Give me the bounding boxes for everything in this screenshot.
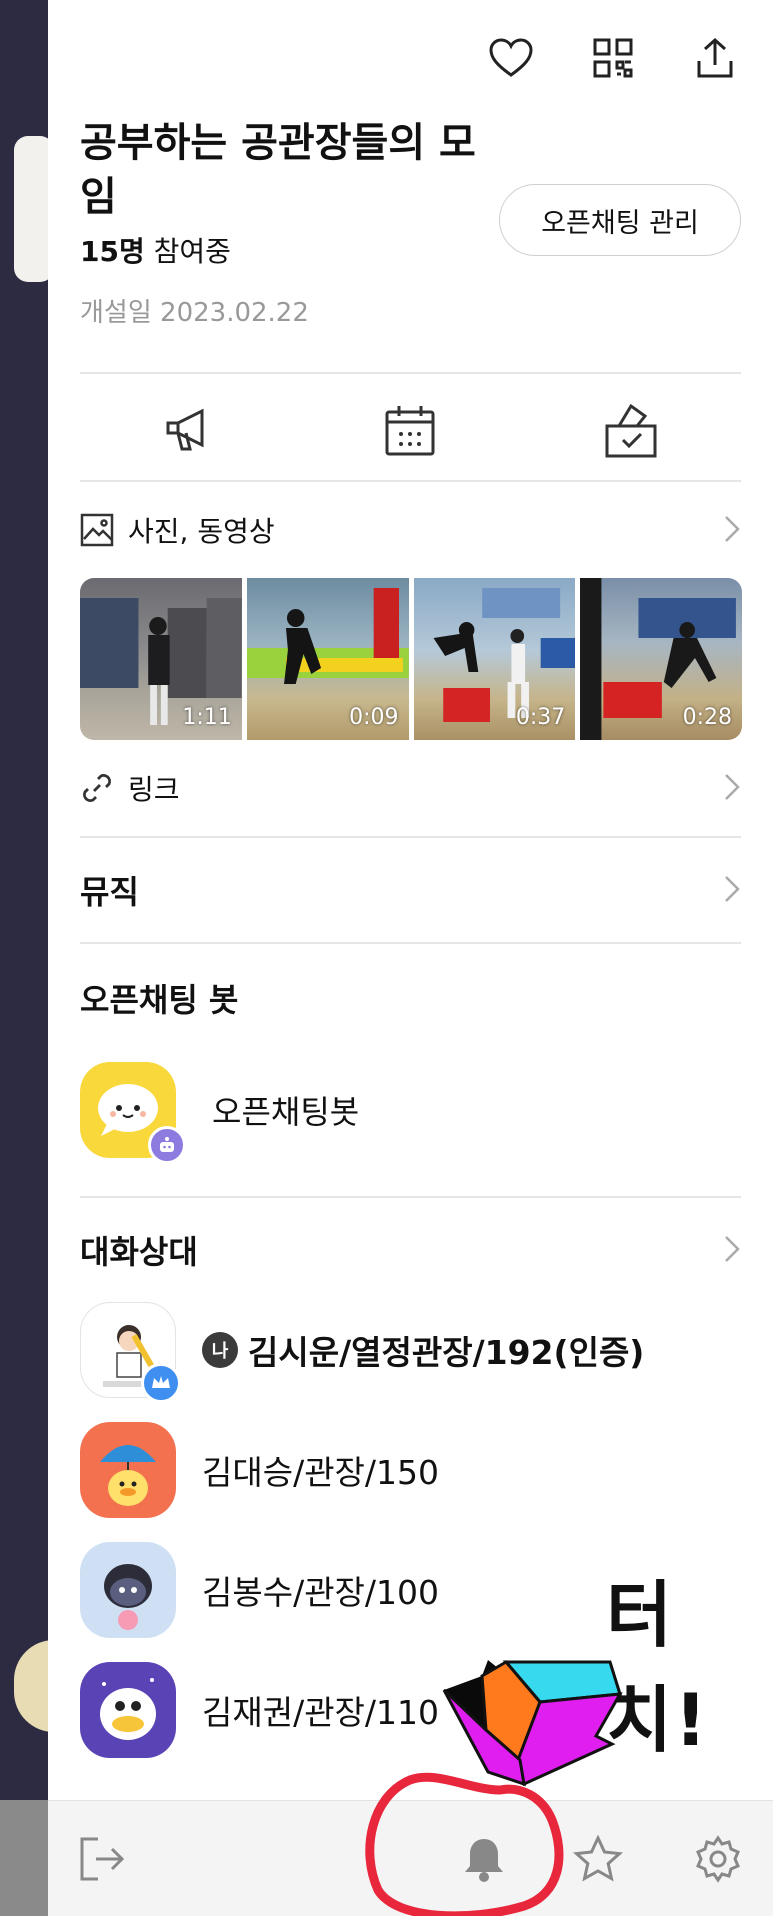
room-title: 공부하는 공관장들의 모임 — [80, 120, 476, 220]
member-avatar — [80, 1422, 176, 1518]
divider — [80, 1196, 741, 1198]
drawer-top-actions — [487, 34, 739, 82]
opened-date: 개설일 2023.02.22 — [80, 298, 309, 328]
chevron-right-icon — [725, 516, 740, 542]
exit-icon[interactable] — [76, 1833, 128, 1885]
bot-avatar — [80, 1062, 186, 1164]
avatar-illustration — [100, 1678, 156, 1740]
media-section-header[interactable]: 사진, 동영상 — [80, 500, 741, 560]
video-thumbnail[interactable]: 1:11 — [80, 578, 242, 740]
bell-icon[interactable] — [458, 1833, 510, 1885]
member-avatar — [80, 1662, 176, 1758]
media-thumbnails: 1:11 0:09 0:37 0:28 — [80, 578, 742, 740]
star-icon[interactable] — [572, 1833, 624, 1885]
member-count-suffix: 참여중 — [144, 235, 231, 268]
video-duration: 0:09 — [349, 705, 399, 730]
bot-section-title: 오픈채팅 봇 — [80, 981, 239, 1019]
share-icon[interactable] — [691, 34, 739, 82]
video-thumbnail[interactable]: 0:28 — [580, 578, 742, 740]
members-section-header[interactable]: 대화상대 — [80, 1220, 741, 1280]
avatar-illustration — [100, 1445, 156, 1506]
crown-icon — [152, 1376, 170, 1388]
vote-box-icon[interactable] — [601, 400, 661, 460]
member-avatar — [80, 1542, 176, 1638]
member-avatar — [80, 1302, 181, 1403]
bot-badge — [148, 1126, 186, 1164]
video-duration: 0:37 — [515, 705, 566, 730]
bot-item[interactable]: 오픈채팅봇 — [80, 1060, 360, 1164]
member-row[interactable]: 김대승/관장/150 — [80, 1420, 439, 1520]
background-chat — [0, 0, 48, 1916]
qr-code-icon[interactable] — [589, 34, 637, 82]
divider — [80, 480, 741, 482]
member-name: 김대승/관장/150 — [202, 1453, 440, 1492]
drawer-bottom-bar — [48, 1800, 773, 1916]
avatar-illustration — [104, 1564, 152, 1630]
chevron-right-icon — [725, 774, 740, 800]
quick-actions — [80, 380, 741, 480]
chat-room-drawer: 공부하는 공관장들의 모임 15명 참여중 개설일 2023.02.22 오픈채… — [48, 0, 773, 1916]
divider — [80, 942, 741, 944]
member-name-row: 나 김시운/열정관장/192(인증) — [202, 1326, 644, 1374]
member-name: 김시운/열정관장/192(인증) — [248, 1333, 645, 1372]
megaphone-icon[interactable] — [160, 400, 220, 460]
member-row[interactable]: 김재권/관장/110 — [80, 1660, 439, 1760]
link-icon — [83, 774, 111, 802]
robot-icon — [160, 1137, 174, 1152]
music-section-header[interactable]: 뮤직 — [80, 860, 741, 920]
video-thumbnail[interactable]: 0:37 — [413, 578, 576, 740]
member-count: 15명 참여중 — [80, 230, 231, 270]
video-thumbnail[interactable]: 0:09 — [246, 578, 409, 740]
divider — [80, 372, 741, 374]
calendar-icon[interactable] — [380, 400, 440, 460]
members-section-title: 대화상대 — [80, 1233, 198, 1271]
member-name: 김봉수/관장/100 — [202, 1573, 440, 1612]
bot-name: 오픈채팅봇 — [212, 1093, 360, 1131]
video-duration: 1:11 — [182, 705, 232, 730]
music-section-label: 뮤직 — [80, 873, 139, 911]
media-section-label: 사진, 동영상 — [128, 515, 275, 548]
divider — [80, 836, 741, 838]
video-duration: 0:28 — [682, 705, 732, 730]
bot-section-header: 오픈채팅 봇 — [80, 968, 741, 1028]
image-icon — [80, 513, 114, 547]
host-crown-badge — [141, 1363, 181, 1403]
member-name: 김재권/관장/110 — [202, 1693, 440, 1732]
member-row[interactable]: 나 김시운/열정관장/192(인증) — [80, 1300, 644, 1403]
settings-icon[interactable] — [692, 1833, 744, 1885]
me-badge: 나 — [202, 1332, 238, 1368]
member-row[interactable]: 김봉수/관장/100 — [80, 1540, 439, 1640]
links-section-header[interactable]: 링크 — [80, 758, 741, 818]
links-section-label: 링크 — [128, 773, 180, 806]
manage-openchat-button[interactable]: 오픈채팅 관리 — [499, 184, 741, 256]
chevron-right-icon — [725, 876, 740, 902]
heart-icon[interactable] — [487, 34, 535, 82]
background-input-area — [0, 1800, 48, 1916]
annotation-touch-text: 터치! — [606, 1573, 710, 1762]
chevron-right-icon — [725, 1236, 740, 1262]
member-count-number: 15명 — [80, 235, 145, 268]
